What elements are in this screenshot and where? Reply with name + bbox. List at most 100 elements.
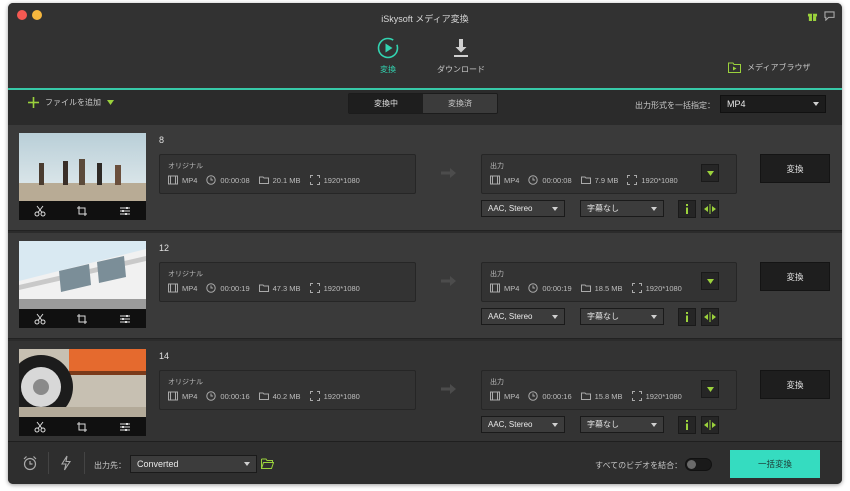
scissors-icon[interactable]	[34, 421, 46, 433]
info-button[interactable]	[678, 308, 696, 326]
chevron-down-icon	[552, 206, 558, 211]
crop-icon[interactable]	[76, 313, 88, 325]
original-size: 20.1 MB	[272, 175, 301, 185]
arrow-right-icon	[441, 276, 456, 286]
output-duration: 00:00:16	[542, 391, 572, 401]
subtitle-select[interactable]: 字幕なし	[580, 200, 664, 217]
add-file-button[interactable]: ファイルを追加	[28, 97, 114, 108]
output-format-select[interactable]: MP4	[720, 95, 826, 113]
media-browser-button[interactable]: メディアブラウザ	[728, 62, 810, 73]
plus-icon	[28, 97, 39, 108]
audio-select[interactable]: AAC, Stereo	[481, 308, 565, 325]
status-tabs: 変換中 変換済	[348, 93, 498, 114]
split-button[interactable]	[701, 416, 719, 434]
chevron-down-icon	[813, 102, 819, 106]
video-thumbnail[interactable]	[19, 241, 146, 328]
chevron-down-icon	[651, 422, 657, 427]
video-title: 12	[159, 243, 170, 253]
clock-icon	[528, 175, 539, 185]
settings-icon[interactable]	[119, 421, 131, 433]
arrow-right-icon	[441, 168, 456, 178]
bottom-bar: 出力先： Converted すべてのビデオを結合： 一括変換	[8, 441, 842, 484]
tab-convert-label: 変換	[380, 65, 396, 74]
output-dest-select[interactable]: Converted	[130, 455, 257, 473]
output-resolution: 1920*1080	[645, 283, 682, 293]
chevron-down-icon	[651, 206, 657, 211]
original-info: オリジナル MP4 00:00:08 20.1 MB 1920*1080	[159, 154, 416, 194]
info-icon	[686, 312, 688, 322]
tab-converting[interactable]: 変換中	[349, 94, 423, 113]
original-format: MP4	[182, 175, 198, 185]
subtitle-select[interactable]: 字幕なし	[580, 308, 664, 325]
resize-icon	[631, 391, 642, 401]
output-format: MP4	[504, 283, 520, 293]
tab-converted[interactable]: 変換済	[423, 94, 497, 113]
output-info: 出力 MP4 00:00:19 18.5 MB 1920*1080	[481, 262, 737, 302]
thumbnail-tools	[19, 417, 146, 436]
resize-icon	[309, 175, 320, 185]
resize-icon	[309, 283, 320, 293]
crop-icon[interactable]	[76, 421, 88, 433]
conversion-list: 8 オリジナル MP4 00:00:08 20.1 MB 1920*1080 出…	[8, 119, 842, 447]
open-folder-icon[interactable]	[261, 458, 274, 469]
convert-icon	[377, 37, 399, 59]
divider	[48, 452, 49, 474]
output-format-button[interactable]	[701, 380, 719, 398]
chevron-down-icon[interactable]	[107, 100, 114, 105]
audio-select[interactable]: AAC, Stereo	[481, 416, 565, 433]
chevron-down-icon	[651, 314, 657, 319]
info-button[interactable]	[678, 416, 696, 434]
info-button[interactable]	[678, 200, 696, 218]
window-title: iSkysoft メディア変換	[381, 14, 469, 24]
output-format-button[interactable]	[701, 272, 719, 290]
folder-icon	[258, 176, 269, 184]
audio-select[interactable]: AAC, Stereo	[481, 200, 565, 217]
resize-icon	[627, 175, 638, 185]
alarm-icon[interactable]	[22, 455, 38, 471]
scissors-icon[interactable]	[34, 313, 46, 325]
thumbnail-tools	[19, 309, 146, 328]
crop-icon[interactable]	[76, 205, 88, 217]
lightning-icon[interactable]	[58, 455, 74, 471]
original-info: オリジナル MP4 00:00:16 40.2 MB 1920*1080	[159, 370, 416, 410]
convert-all-button[interactable]: 一括変換	[730, 450, 820, 478]
merge-toggle[interactable]	[685, 458, 712, 471]
convert-button[interactable]: 変換	[760, 370, 830, 399]
clock-icon	[528, 391, 539, 401]
list-item: 8 オリジナル MP4 00:00:08 20.1 MB 1920*1080 出…	[8, 125, 842, 231]
tab-convert[interactable]: 変換	[348, 37, 428, 75]
divider	[84, 452, 85, 474]
film-icon	[168, 391, 178, 401]
audio-value: AAC, Stereo	[488, 420, 533, 429]
original-duration: 00:00:08	[220, 175, 250, 185]
film-icon	[490, 391, 500, 401]
original-size: 40.2 MB	[272, 391, 301, 401]
subtitle-select[interactable]: 字幕なし	[580, 416, 664, 433]
folder-icon	[258, 284, 269, 292]
settings-icon[interactable]	[119, 205, 131, 217]
output-format-button[interactable]	[701, 164, 719, 182]
split-button[interactable]	[701, 200, 719, 218]
video-thumbnail[interactable]	[19, 133, 146, 220]
split-button[interactable]	[701, 308, 719, 326]
output-dest-label: 出力先：	[94, 461, 126, 470]
thumbnail-image	[19, 349, 146, 417]
output-format-label: 出力形式を一括指定：	[635, 101, 715, 110]
convert-button[interactable]: 変換	[760, 154, 830, 183]
scissors-icon[interactable]	[34, 205, 46, 217]
gift-icon[interactable]	[807, 11, 818, 21]
film-icon	[168, 283, 178, 293]
chat-icon[interactable]	[824, 11, 835, 21]
tab-download[interactable]: ダウンロード	[421, 37, 501, 75]
settings-icon[interactable]	[119, 313, 131, 325]
subbar: ファイルを追加 変換中 変換済 出力形式を一括指定： MP4	[8, 90, 842, 117]
folder-icon	[258, 392, 269, 400]
chevron-down-icon	[552, 314, 558, 319]
tab-download-label: ダウンロード	[437, 65, 485, 74]
output-format-value: MP4	[727, 99, 746, 109]
list-item: 12 オリジナル MP4 00:00:19 47.3 MB 1920*1080 …	[8, 233, 842, 339]
video-thumbnail[interactable]	[19, 349, 146, 436]
list-item: 14 オリジナル MP4 00:00:16 40.2 MB 1920*1080 …	[8, 341, 842, 447]
convert-button[interactable]: 変換	[760, 262, 830, 291]
folder-play-icon	[728, 62, 741, 73]
